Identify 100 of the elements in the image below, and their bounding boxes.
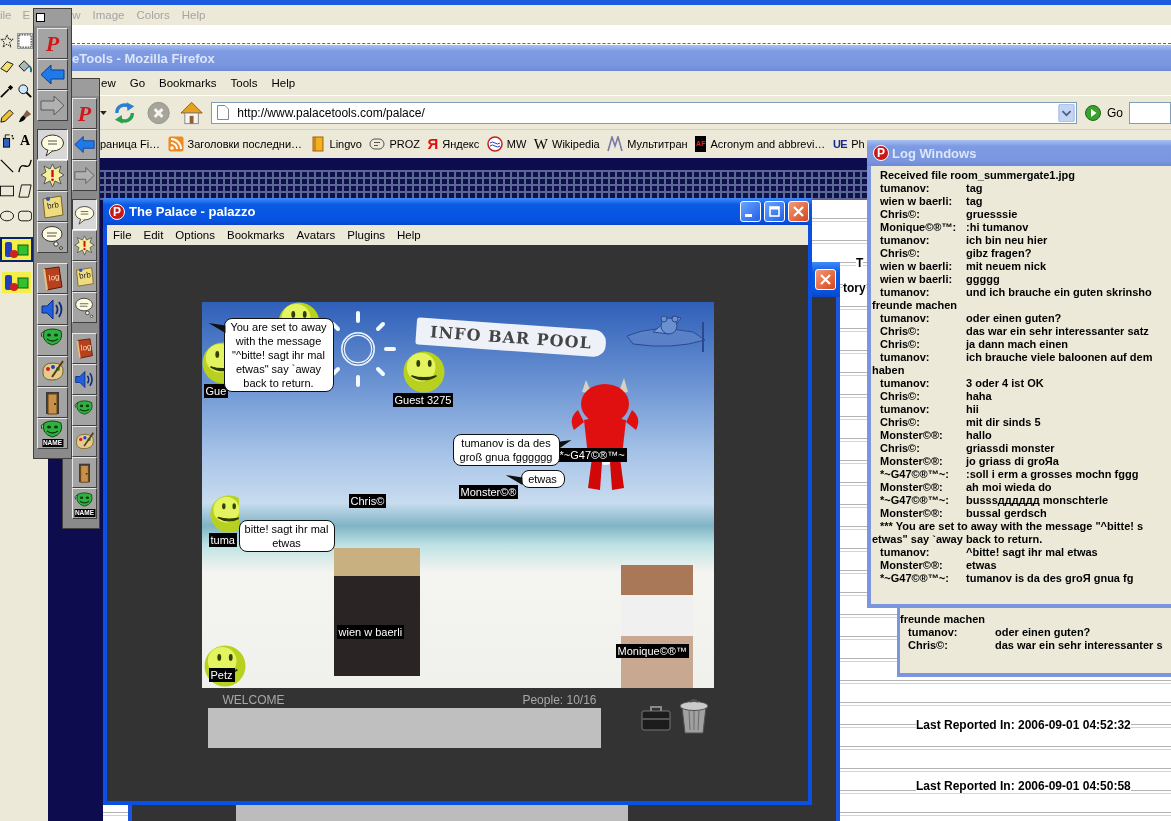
paint-palette-icon [74,431,95,452]
bookmark-link[interactable]: UE Ph [832,136,865,152]
chat-input[interactable] [236,805,628,821]
bookmark-link[interactable]: PROZ [369,136,420,152]
magnifier-icon[interactable] [18,83,32,98]
picker-icon[interactable] [0,83,14,98]
pencil-icon[interactable] [0,108,14,123]
drawing-canvas[interactable] [72,25,1171,45]
speaker-button[interactable] [72,364,97,395]
mask-button[interactable] [37,325,68,356]
smiley-face-icon[interactable] [209,495,239,533]
search-field[interactable] [1129,101,1171,124]
log-button[interactable]: log [72,333,97,364]
speech-balloon-button[interactable] [37,129,68,160]
reload-icon[interactable] [112,100,136,125]
brush-icon[interactable] [18,108,32,123]
maximize-icon [769,206,780,217]
menu-item[interactable]: Edit [137,229,170,241]
rectangle-icon[interactable] [0,183,14,198]
fill-icon[interactable] [18,58,32,73]
minimize-button[interactable] [740,201,761,222]
menu-item[interactable]: File [107,229,138,241]
photo-placeholder[interactable] [620,565,693,688]
door-button[interactable] [72,457,97,488]
book-icon [40,266,65,291]
log-speaker: tumanov: [880,234,931,247]
curve-icon[interactable] [18,158,32,173]
trash-can-icon[interactable] [676,698,711,734]
back-button[interactable] [37,59,68,90]
menu-item[interactable]: Options [169,229,221,241]
line-icon[interactable] [0,158,14,173]
free-select-icon[interactable] [0,33,14,48]
menu-item[interactable]: Help [264,77,303,89]
exclamation-balloon-button[interactable] [72,230,97,261]
smiley-face-icon[interactable] [201,342,224,384]
thought-balloon-button[interactable] [37,222,68,253]
text-tool-icon[interactable]: A [18,133,32,148]
bookmark-link[interactable]: Мультитран [607,136,688,152]
log-notice: Received file room_summergate1.jpg [880,169,1075,182]
eraser-icon[interactable] [0,58,14,73]
smiley-face-icon[interactable] [277,302,320,318]
back-button[interactable] [72,129,97,160]
name-tag: Petz [208,668,235,682]
bookmark-link[interactable]: раница Fi… [100,138,161,150]
briefcase-icon[interactable] [640,703,671,731]
exclamation-balloon-icon [74,235,95,256]
photo-placeholder[interactable] [333,548,420,676]
log-message: mit dir sinds 5 [966,416,1041,429]
menu-item[interactable]: Help [391,229,427,241]
speaker-button[interactable] [37,294,68,325]
log-speaker: wien w baerli: [880,273,954,286]
menu-item[interactable]: Bookmarks [152,77,224,89]
address-field[interactable]: http://www.palacetools.com/palace/ [211,101,1077,124]
bookmark-link[interactable]: Заголовки последни… [167,136,303,152]
bookmark-link[interactable]: W Wikipedia [533,136,600,152]
log-speaker: Chris©: [880,442,921,455]
close-button[interactable] [36,13,45,22]
caret-icon[interactable] [100,110,107,115]
log-message: mit neuem nick [966,260,1047,273]
log-speaker: Chris©: [880,338,921,351]
shapes-icon[interactable] [0,270,33,295]
bookmark-link[interactable]: Lingvo [309,136,362,152]
go-button[interactable]: Go [1085,104,1124,121]
polygon-icon[interactable] [18,183,32,198]
exclamation-balloon-button[interactable] [37,160,68,191]
thought-balloon-button[interactable] [72,292,97,323]
left-arrow-icon [74,134,95,155]
menu-item[interactable]: Bookmarks [221,229,291,241]
mask-button[interactable] [72,395,97,426]
speaker-icon [40,297,65,322]
menu-item[interactable]: ew [101,77,123,89]
door-button[interactable] [37,387,68,418]
log-message: gruesssie [966,208,1018,221]
chat-input[interactable] [207,708,601,748]
note-button[interactable]: brb [37,191,68,222]
log-message: jo griass di groЯa [966,455,1059,468]
home-icon[interactable] [180,100,204,125]
menu-item[interactable]: Plugins [341,229,392,241]
menu-item[interactable]: Tools [223,77,265,89]
paint-palette-button[interactable] [37,356,68,387]
shapes-icon[interactable] [0,237,33,262]
log-message: hallo [966,429,992,442]
bookmark-link[interactable]: MW [486,136,527,152]
name-tag: Guest 3275 [392,393,454,407]
bookmark-link[interactable]: Я Яндекс [427,136,480,152]
note-button[interactable]: brb [72,261,97,292]
log-button[interactable]: log [37,263,68,294]
ellipse-icon[interactable] [0,208,14,223]
menu-item[interactable]: Go [122,77,153,89]
paint-palette-button[interactable] [72,426,97,457]
rounded-rectangle-icon[interactable] [18,208,32,223]
speech-balloon-button[interactable] [72,199,97,230]
menu-item[interactable]: Avatars [290,229,342,241]
select-icon[interactable] [17,32,33,49]
favicon-icon: W [533,136,548,152]
maximize-button[interactable] [764,201,785,222]
airbrush-icon[interactable] [0,133,14,148]
log-speaker: *~G47©®™~: [880,572,950,585]
smiley-face-icon[interactable] [402,351,445,393]
chevron-down-icon[interactable] [1058,103,1075,122]
